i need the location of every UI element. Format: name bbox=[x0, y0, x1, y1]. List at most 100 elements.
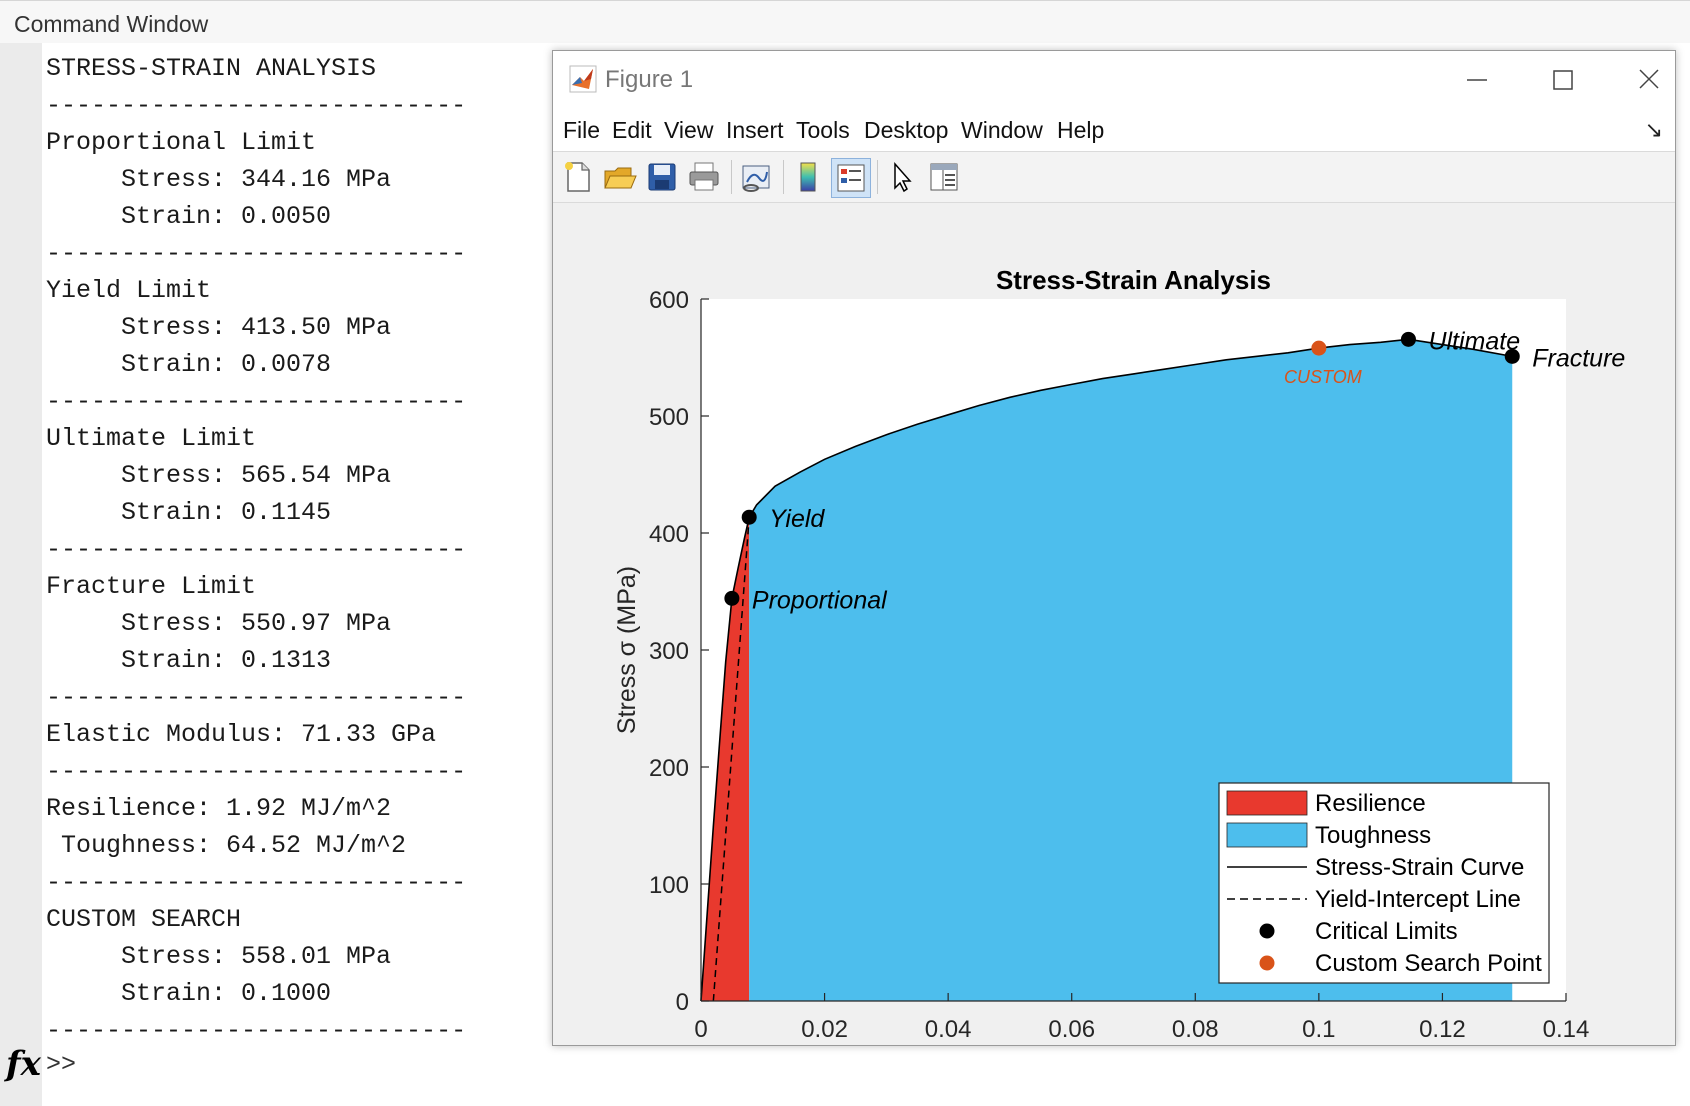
link-plot-icon[interactable] bbox=[737, 158, 775, 196]
x-tick-label: 0.08 bbox=[1172, 1016, 1219, 1043]
x-tick-label: 0.1 bbox=[1302, 1016, 1335, 1043]
legend-entry-label: Resilience bbox=[1315, 790, 1426, 817]
output-line: Ultimate Limit bbox=[46, 424, 257, 453]
critical-point-label: Yield bbox=[769, 505, 825, 533]
menu-insert[interactable]: Insert bbox=[726, 117, 784, 144]
legend-entry-label: Custom Search Point bbox=[1315, 950, 1542, 977]
output-line: Strain: 0.1145 bbox=[46, 498, 332, 527]
chart-title: Stress-Strain Analysis bbox=[996, 265, 1271, 295]
output-line: CUSTOM SEARCH bbox=[46, 905, 242, 934]
legend-entry-label: Critical Limits bbox=[1315, 918, 1458, 945]
legend-entry-label: Yield-Intercept Line bbox=[1315, 886, 1521, 913]
minimize-icon[interactable] bbox=[1457, 63, 1497, 97]
legend-icon[interactable] bbox=[831, 158, 871, 198]
output-line: Strain: 0.0078 bbox=[46, 350, 332, 379]
close-icon[interactable] bbox=[1629, 63, 1669, 97]
legend-marker-5 bbox=[1259, 955, 1275, 971]
x-tick-label: 0.12 bbox=[1419, 1016, 1466, 1043]
separator-line: ---------------------------- bbox=[46, 683, 467, 712]
y-tick-label: 0 bbox=[676, 989, 689, 1016]
menu-tools[interactable]: Tools bbox=[796, 117, 850, 144]
critical-point-label: Ultimate bbox=[1428, 327, 1520, 355]
output-line: STRESS-STRAIN ANALYSIS bbox=[46, 54, 377, 83]
output-line: Resilience: 1.92 MJ/m^2 bbox=[46, 794, 392, 823]
command-window-gutter bbox=[0, 43, 42, 1106]
matlab-logo-icon bbox=[569, 65, 597, 93]
y-axis-label: Stress σ (MPa) bbox=[613, 566, 641, 734]
fx-icon[interactable]: fx bbox=[6, 1044, 41, 1084]
critical-point-proportional bbox=[724, 590, 740, 606]
save-icon[interactable] bbox=[643, 158, 681, 196]
legend-swatch-1 bbox=[1226, 822, 1308, 848]
command-window-title: Command Window bbox=[14, 11, 209, 37]
critical-point-label: Proportional bbox=[752, 586, 888, 614]
critical-point-fracture bbox=[1504, 348, 1520, 364]
figure-titlebar[interactable]: Figure 1 bbox=[553, 51, 1675, 109]
output-line: Strain: 0.1000 bbox=[46, 979, 332, 1008]
y-tick-label: 300 bbox=[649, 638, 689, 665]
colorbar-icon[interactable] bbox=[789, 158, 827, 196]
legend-entry-label: Toughness bbox=[1315, 822, 1431, 849]
critical-point-yield bbox=[741, 509, 757, 525]
figure-canvas[interactable]: 0 0.02 0.04 0.06 0.08 0.1 0.12 0.14 0 100 200 300 40… bbox=[553, 203, 1675, 1079]
menu-desktop[interactable]: Desktop bbox=[864, 117, 948, 144]
legend-entry-label: Stress-Strain Curve bbox=[1315, 854, 1524, 881]
stress-strain-chart[interactable]: 0 0.02 0.04 0.06 0.08 0.1 0.12 0.14 0 100 200 300 40… bbox=[553, 203, 1675, 1079]
menu-edit[interactable]: Edit bbox=[612, 117, 652, 144]
critical-point-label: Fracture bbox=[1532, 344, 1625, 372]
menu-window[interactable]: Window bbox=[961, 117, 1043, 144]
x-tick-label: 0.06 bbox=[1048, 1016, 1095, 1043]
output-line: Yield Limit bbox=[46, 276, 212, 305]
output-line: Stress: 565.54 MPa bbox=[46, 461, 392, 490]
toolbar-separator bbox=[877, 160, 878, 194]
legend-marker-4 bbox=[1259, 923, 1275, 939]
figure-toolbar bbox=[553, 151, 1675, 203]
y-tick-label: 100 bbox=[649, 872, 689, 899]
x-tick-label: 0.02 bbox=[801, 1016, 848, 1043]
separator-line: ---------------------------- bbox=[46, 239, 467, 268]
menu-file[interactable]: File bbox=[563, 117, 600, 144]
y-tick-label: 500 bbox=[649, 404, 689, 431]
command-window-output: STRESS-STRAIN ANALYSIS ------------------… bbox=[46, 50, 466, 1049]
property-inspector-icon[interactable] bbox=[925, 158, 963, 196]
x-tick-label: 0.04 bbox=[925, 1016, 972, 1043]
output-line: Elastic Modulus: 71.33 GPa bbox=[46, 720, 437, 749]
output-line: Strain: 0.0050 bbox=[46, 202, 332, 231]
separator-line: ---------------------------- bbox=[46, 1016, 467, 1045]
output-line: Fracture Limit bbox=[46, 572, 257, 601]
legend-swatch-0 bbox=[1226, 790, 1308, 816]
separator-line: ---------------------------- bbox=[46, 387, 467, 416]
y-tick-label: 200 bbox=[649, 755, 689, 782]
pointer-icon[interactable] bbox=[883, 158, 921, 196]
output-line: Toughness: 64.52 MJ/m^2 bbox=[46, 831, 407, 860]
dock-arrow-icon[interactable]: ↘ bbox=[1645, 117, 1663, 143]
figure-menubar: File Edit View Insert Tools Desktop Wind… bbox=[553, 109, 1675, 151]
custom-point-label: CUSTOM bbox=[1284, 367, 1362, 387]
x-tick-label: 0.14 bbox=[1543, 1016, 1590, 1043]
menu-help[interactable]: Help bbox=[1057, 117, 1104, 144]
toolbar-separator bbox=[783, 160, 784, 194]
open-file-icon[interactable] bbox=[601, 158, 639, 196]
new-figure-icon[interactable] bbox=[559, 158, 597, 196]
output-line: Stress: 413.50 MPa bbox=[46, 313, 392, 342]
output-line: Stress: 344.16 MPa bbox=[46, 165, 392, 194]
y-tick-label: 600 bbox=[649, 287, 689, 314]
figure-window: Figure 1 File Edit View Insert Tools Des… bbox=[552, 50, 1676, 1079]
print-icon[interactable] bbox=[685, 158, 723, 196]
y-tick-label: 400 bbox=[649, 521, 689, 548]
maximize-icon[interactable] bbox=[1543, 63, 1583, 97]
command-prompt[interactable]: >> bbox=[46, 1050, 76, 1079]
separator-line: ---------------------------- bbox=[46, 757, 467, 786]
output-line: Stress: 550.97 MPa bbox=[46, 609, 392, 638]
separator-line: ---------------------------- bbox=[46, 535, 467, 564]
toolbar-separator bbox=[731, 160, 732, 194]
output-line: Strain: 0.1313 bbox=[46, 646, 332, 675]
separator-line: ---------------------------- bbox=[46, 91, 467, 120]
menu-view[interactable]: View bbox=[664, 117, 713, 144]
x-tick-label: 0 bbox=[694, 1016, 707, 1043]
critical-point-ultimate bbox=[1400, 331, 1416, 347]
figure-title: Figure 1 bbox=[605, 66, 694, 93]
separator-line: ---------------------------- bbox=[46, 868, 467, 897]
output-line: Proportional Limit bbox=[46, 128, 317, 157]
command-window-header: Command Window bbox=[0, 0, 1690, 44]
